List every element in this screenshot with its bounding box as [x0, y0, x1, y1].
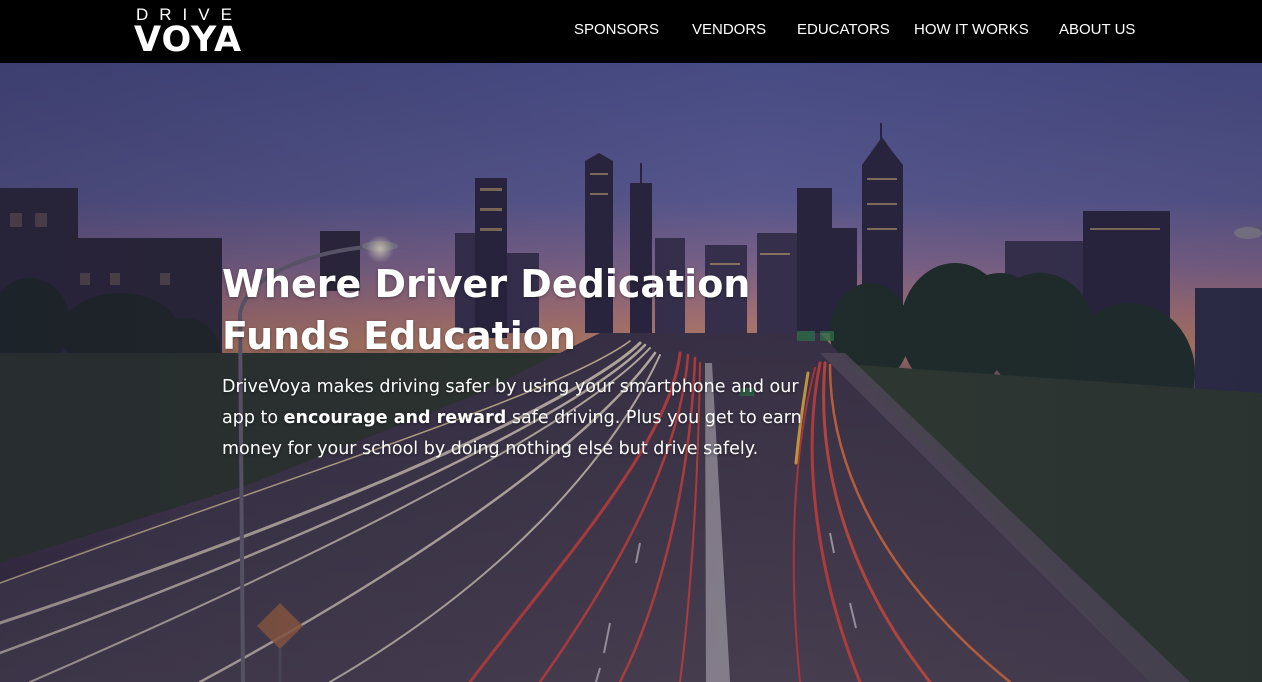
page: DRIVE VOYA SPONSORS VENDORS EDUCATORS HO…	[0, 0, 1262, 682]
site-header: DRIVE VOYA SPONSORS VENDORS EDUCATORS HO…	[0, 0, 1262, 63]
hero-description: DriveVoya makes driving safer by using y…	[222, 372, 822, 465]
hero-description-bold: encourage and reward	[283, 408, 507, 428]
logo-bottom-text: VOYA	[134, 20, 243, 60]
nav-about-us[interactable]: ABOUT US	[1059, 20, 1135, 40]
nav-sponsors[interactable]: SPONSORS	[574, 20, 659, 40]
hero-headline-line1: Where Driver Dedication	[222, 262, 751, 306]
nav-how-it-works[interactable]: HOW IT WORKS	[914, 20, 1029, 40]
nav-vendors[interactable]: VENDORS	[692, 20, 766, 40]
nav-educators[interactable]: EDUCATORS	[797, 20, 890, 40]
hero-headline: Where Driver Dedication Funds Education	[222, 258, 842, 362]
hero-headline-line2: Funds Education	[222, 314, 576, 358]
drivevoya-logo[interactable]: DRIVE VOYA	[134, 6, 246, 60]
hero-section: Where Driver Dedication Funds Education …	[0, 63, 1262, 682]
